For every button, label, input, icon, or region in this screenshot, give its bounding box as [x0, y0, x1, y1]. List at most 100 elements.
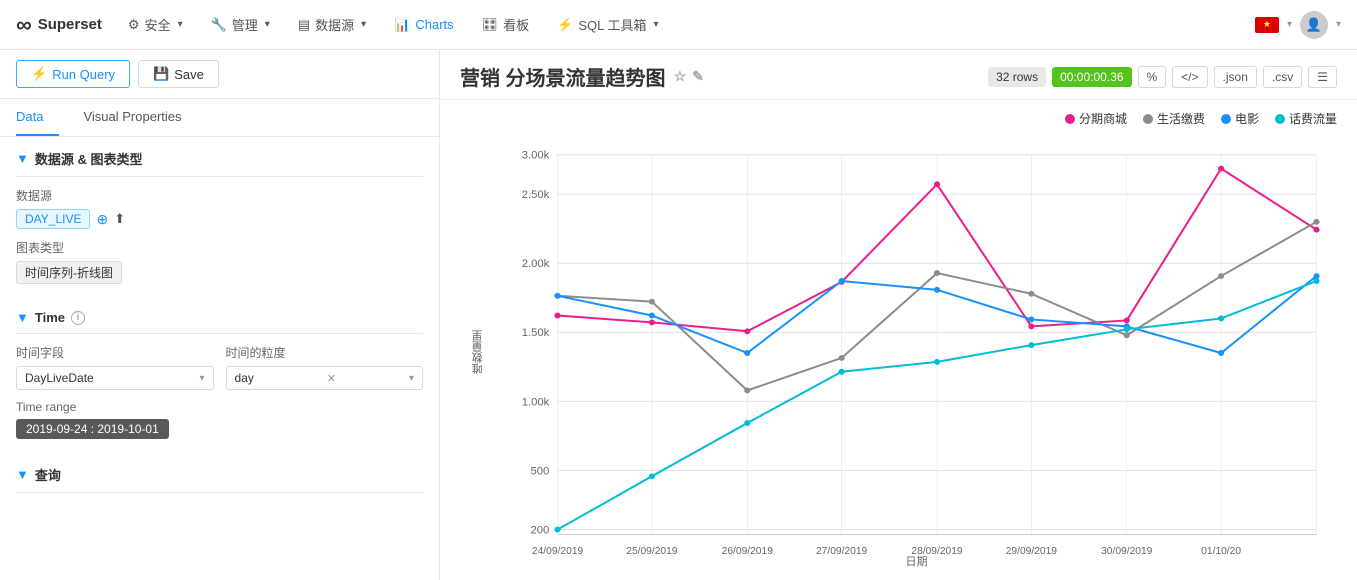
line-chart-svg: 200 500 1.00k 1.50k 2.00k 2.50k 3.00k 24… [496, 135, 1337, 569]
sql-icon: ⚡ [557, 17, 573, 33]
section-datasource-header[interactable]: ▼ 数据源 & 图表类型 [0, 137, 439, 176]
database-icon: ▤ [298, 17, 310, 33]
time-fields-group: 时间字段 DayLiveDate ▾ 时间的粒度 day ✕ ▾ [0, 334, 439, 400]
chevron-down-icon: ▾ [654, 19, 659, 30]
star-icon[interactable]: ☆ [674, 68, 687, 85]
save-icon: 💾 [153, 66, 169, 82]
clear-icon[interactable]: ✕ [327, 372, 336, 385]
nav-right: ★ ▾ 👤 ▾ [1255, 11, 1341, 39]
chart-type-value-tag[interactable]: 时间序列-折线图 [16, 261, 122, 284]
time-field-label: 时间字段 [16, 344, 214, 361]
dot-fenqi-6 [1124, 317, 1130, 323]
legend-label-fenqi: 分期商城 [1079, 110, 1127, 127]
nav-item-sql[interactable]: ⚡ SQL 工具箱 ▾ [545, 9, 670, 40]
lightning-icon: ⚡ [31, 66, 47, 82]
legend-item-dianying: 电影 [1221, 110, 1259, 127]
dot-fenqi-8 [1313, 227, 1319, 233]
section-time-title: Time [35, 310, 65, 325]
svg-text:1.00k: 1.00k [522, 396, 550, 408]
add-datasource-icon[interactable]: ⊕ [96, 211, 108, 228]
chart-title-text: 营销 分场景流量趋势图 [460, 62, 666, 91]
dot-shenghuo-7 [1218, 273, 1224, 279]
nav-label-sql: SQL 工具箱 [578, 15, 646, 34]
info-icon: i [71, 311, 85, 325]
dot-huafei-2 [744, 420, 750, 426]
right-panel: 营销 分场景流量趋势图 ☆ ✎ 32 rows 00:00:00.36 % </… [440, 50, 1357, 580]
dot-fenqi-7 [1218, 166, 1224, 172]
section-query-header[interactable]: ▼ 查询 [0, 453, 439, 492]
svg-text:200: 200 [531, 525, 550, 537]
legend-dot-dianying [1221, 114, 1231, 124]
section-time-header[interactable]: ▼ Time i [0, 298, 439, 333]
chart-icon: 📊 [394, 17, 410, 33]
svg-text:26/09/2019: 26/09/2019 [722, 546, 774, 557]
svg-text:3.00k: 3.00k [522, 150, 550, 162]
upload-icon[interactable]: ⬆ [114, 211, 125, 227]
dot-fenqi-2 [744, 328, 750, 334]
time-range-group: Time range 2019-09-24 : 2019-10-01 [0, 400, 439, 449]
svg-text:1.50k: 1.50k [522, 327, 550, 339]
legend-dot-huafei [1275, 114, 1285, 124]
granularity-select[interactable]: day ✕ ▾ [226, 366, 424, 390]
nav-item-manage[interactable]: 🔧 管理 ▾ [199, 9, 282, 40]
chart-area: 分期商城 生活缴费 电影 话费流量 唯数量里 [440, 100, 1357, 580]
dot-shenghuo-6 [1124, 332, 1130, 338]
svg-text:25/09/2019: 25/09/2019 [626, 546, 678, 557]
dot-shenghuo-8 [1313, 219, 1319, 225]
nav-label-security: 安全 [145, 15, 171, 34]
legend-item-huafei: 话费流量 [1275, 110, 1337, 127]
tabs-row: Data Visual Properties [0, 99, 439, 137]
menu-button[interactable]: ☰ [1308, 66, 1337, 88]
legend-item-fenqi: 分期商城 [1065, 110, 1127, 127]
time-range-badge[interactable]: 2019-09-24 : 2019-10-01 [16, 419, 169, 439]
dot-huafei-5 [1028, 342, 1034, 348]
collapse-arrow-icon: ▼ [16, 151, 29, 166]
dot-shenghuo-4 [934, 270, 940, 276]
nav-label-charts: Charts [415, 17, 453, 32]
csv-button[interactable]: .csv [1263, 66, 1302, 88]
toolbar: ⚡ Run Query 💾 Save [0, 50, 439, 99]
tab-data[interactable]: Data [16, 99, 59, 136]
user-avatar[interactable]: 👤 [1300, 11, 1328, 39]
dot-fenqi-1 [649, 319, 655, 325]
dot-shenghuo-5 [1028, 291, 1034, 297]
legend-dot-shenghuo [1143, 114, 1153, 124]
tab-visual-properties[interactable]: Visual Properties [83, 99, 197, 136]
run-query-button[interactable]: ⚡ Run Query [16, 60, 130, 88]
dot-dianying-2 [744, 350, 750, 356]
app-logo[interactable]: ∞ Superset [16, 12, 102, 38]
chart-legend: 分期商城 生活缴费 电影 话费流量 [460, 110, 1337, 127]
collapse-arrow-icon: ▼ [16, 310, 29, 325]
granularity-label: 时间的粒度 [226, 344, 424, 361]
flag-icon[interactable]: ★ [1255, 17, 1279, 33]
edit-icon[interactable]: ✎ [692, 68, 704, 85]
svg-text:27/09/2019: 27/09/2019 [816, 546, 868, 557]
nav-item-security[interactable]: ⚙ 安全 ▾ [116, 9, 195, 40]
dot-huafei-1 [649, 473, 655, 479]
time-field-value: DayLiveDate [25, 371, 94, 385]
code-button[interactable]: </> [1172, 66, 1207, 88]
chevron-down-icon: ▾ [178, 19, 183, 30]
chevron-down-icon: ▾ [361, 19, 366, 30]
nav-item-charts[interactable]: 📊 Charts [382, 11, 465, 39]
legend-label-dianying: 电影 [1235, 110, 1259, 127]
datasource-label: 数据源 [16, 187, 423, 204]
json-button[interactable]: .json [1214, 66, 1257, 88]
nav-item-dashboard[interactable]: 🎛 看板 [470, 9, 542, 40]
legend-label-huafei: 话费流量 [1289, 110, 1337, 127]
save-button[interactable]: 💾 Save [138, 60, 219, 88]
dot-huafei-8 [1313, 278, 1319, 284]
y-axis-label: 唯数量里 [470, 330, 486, 374]
chart-header: 营销 分场景流量趋势图 ☆ ✎ 32 rows 00:00:00.36 % </… [440, 50, 1357, 100]
logo-text: Superset [38, 16, 102, 33]
dot-dianying-4 [934, 287, 940, 293]
percent-button[interactable]: % [1138, 66, 1167, 88]
nav-item-datasource[interactable]: ▤ 数据源 ▾ [286, 9, 378, 40]
time-field-select[interactable]: DayLiveDate ▾ [16, 366, 214, 390]
dot-shenghuo-1 [649, 299, 655, 305]
datasource-value-tag[interactable]: DAY_LIVE [16, 209, 90, 229]
svg-text:2.50k: 2.50k [522, 189, 550, 201]
legend-label-shenghuo: 生活缴费 [1157, 110, 1205, 127]
dot-huafei-3 [839, 369, 845, 375]
chevron-down-icon: ▾ [409, 373, 414, 384]
